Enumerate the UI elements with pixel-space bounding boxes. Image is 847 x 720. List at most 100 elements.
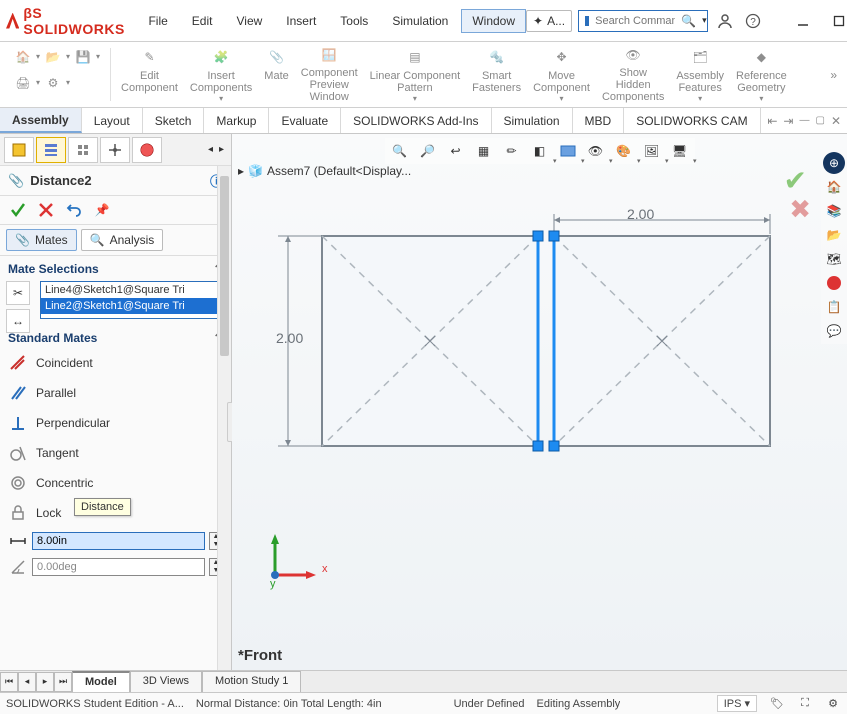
- doc-max-icon[interactable]: ▢: [815, 115, 824, 126]
- dimension-left[interactable]: 2.00: [276, 330, 303, 346]
- tab-prev-icon[interactable]: ◂: [18, 672, 36, 692]
- hide-show-icon[interactable]: 👁▾: [585, 140, 607, 162]
- angle-icon[interactable]: [8, 557, 28, 577]
- custom-props-icon[interactable]: 📋: [823, 296, 845, 318]
- menu-edit[interactable]: Edit: [181, 9, 224, 33]
- tab-cam[interactable]: SOLIDWORKS CAM: [624, 108, 760, 133]
- graphics-area[interactable]: 🔍 🔎 ↩ ▦ ✏ ◧▾ ▾ 👁▾ 🎨▾ 🖼▾ 🖥▾ ▸ 🧊 Assem7 (D…: [232, 134, 847, 670]
- ribbon-show-hidden[interactable]: 👁 Show Hidden Components: [596, 44, 670, 105]
- menu-file[interactable]: File: [137, 9, 178, 33]
- section-view-icon[interactable]: ▦: [473, 140, 495, 162]
- status-macro-icon[interactable]: ⛶: [797, 696, 813, 712]
- design-lib-icon[interactable]: 📚: [823, 200, 845, 222]
- dynamic-annotation-icon[interactable]: ✏: [501, 140, 523, 162]
- scrollbar-thumb[interactable]: [220, 176, 229, 356]
- tab-layout[interactable]: Layout: [82, 108, 143, 133]
- dimxpert-tab[interactable]: [100, 137, 130, 163]
- menu-simulation[interactable]: Simulation: [381, 9, 459, 33]
- mate-perpendicular[interactable]: Perpendicular: [0, 408, 231, 438]
- maximize-button[interactable]: [824, 8, 847, 34]
- pm-pushpin-button[interactable]: 📌: [92, 200, 112, 220]
- menu-window[interactable]: Window: [461, 9, 526, 33]
- mate-entity-icon[interactable]: ✂: [6, 281, 30, 305]
- ribbon-insert-components[interactable]: 🧩 Insert Components ▾: [184, 44, 258, 105]
- addin-chip[interactable]: ✦ A...: [526, 10, 572, 32]
- tab-scroll-left-icon[interactable]: ◂: [205, 142, 216, 157]
- tab-first-icon[interactable]: ⏮: [0, 672, 18, 692]
- minimize-button[interactable]: [788, 8, 818, 34]
- tab-evaluate[interactable]: Evaluate: [269, 108, 341, 133]
- display-style-icon[interactable]: ▾: [557, 140, 579, 162]
- ribbon-smart-fasteners[interactable]: 🔩 Smart Fasteners: [466, 44, 527, 105]
- distance-input[interactable]: [32, 532, 205, 550]
- mate-concentric[interactable]: Concentric: [0, 468, 231, 498]
- print-icon[interactable]: 🖨: [12, 72, 34, 94]
- tab-scroll-right-icon[interactable]: ▸: [216, 142, 227, 157]
- previous-view-icon[interactable]: ↩: [445, 140, 467, 162]
- tab-assembly[interactable]: Assembly: [0, 108, 82, 133]
- configuration-tab[interactable]: [68, 137, 98, 163]
- view-orientation-icon[interactable]: ◧▾: [529, 140, 551, 162]
- display-tab[interactable]: [132, 137, 162, 163]
- mate-tangent[interactable]: Tangent: [0, 438, 231, 468]
- home-icon[interactable]: 🏠: [12, 46, 34, 68]
- confirm-cancel-icon[interactable]: ✖: [789, 194, 811, 225]
- sw-resources-icon[interactable]: ⊕: [823, 152, 845, 174]
- menu-view[interactable]: View: [225, 9, 273, 33]
- tab-simulation[interactable]: Simulation: [492, 108, 573, 133]
- units-button[interactable]: IPS ▾: [717, 695, 757, 712]
- mate-parallel[interactable]: Parallel: [0, 378, 231, 408]
- pm-ok-button[interactable]: [8, 200, 28, 220]
- mate-alignment-icon[interactable]: ↔: [6, 309, 30, 333]
- status-tags-icon[interactable]: 🏷: [769, 696, 785, 712]
- tab-addins[interactable]: SOLIDWORKS Add-Ins: [341, 108, 491, 133]
- tab-next-icon[interactable]: ▸: [36, 672, 54, 692]
- edit-appearance-icon[interactable]: 🎨▾: [613, 140, 635, 162]
- orientation-triad[interactable]: [260, 530, 320, 590]
- model-tab-motion[interactable]: Motion Study 1: [202, 671, 301, 692]
- selection-row[interactable]: Line4@Sketch1@Square Tri: [41, 282, 222, 298]
- confirm-ok-icon[interactable]: ✔: [784, 164, 807, 197]
- status-customize-icon[interactable]: ⚙: [825, 696, 841, 712]
- doc-restore-icon[interactable]: —: [799, 115, 809, 126]
- selection-row[interactable]: Line2@Sketch1@Square Tri: [41, 298, 222, 314]
- standard-mates-header[interactable]: Standard Mates ⌃: [0, 325, 231, 348]
- mate-selection-list[interactable]: Line4@Sketch1@Square Tri Line2@Sketch1@S…: [40, 281, 223, 319]
- pm-tab-analysis[interactable]: 🔍Analysis: [81, 229, 164, 251]
- tab-mbd[interactable]: MBD: [573, 108, 625, 133]
- mate-selections-header[interactable]: Mate Selections ⌃: [0, 256, 231, 279]
- distance-icon[interactable]: [8, 531, 28, 551]
- ribbon-component-preview[interactable]: 🪟 Component Preview Window: [295, 44, 364, 105]
- apply-scene-icon[interactable]: 🖼▾: [641, 140, 663, 162]
- expand-icon[interactable]: ▸: [238, 164, 244, 178]
- zoom-fit-icon[interactable]: 🔍: [389, 140, 411, 162]
- feature-tree-flyout[interactable]: ▸ 🧊 Assem7 (Default<Display...: [238, 164, 411, 178]
- options-icon[interactable]: ⚙: [42, 72, 64, 94]
- model-tab-3dviews[interactable]: 3D Views: [130, 671, 202, 692]
- tab-last-icon[interactable]: ⏭: [54, 672, 72, 692]
- model-tab-model[interactable]: Model: [72, 671, 130, 692]
- login-button[interactable]: [714, 10, 736, 32]
- search-icon[interactable]: 🔍: [681, 14, 696, 28]
- property-manager-tab[interactable]: [36, 137, 66, 163]
- pm-undo-button[interactable]: [64, 200, 84, 220]
- view-settings-icon[interactable]: 🖥▾: [669, 140, 691, 162]
- feature-tree-tab[interactable]: [4, 137, 34, 163]
- mate-coincident[interactable]: Coincident: [0, 348, 231, 378]
- menu-insert[interactable]: Insert: [275, 9, 327, 33]
- ribbon-overflow[interactable]: »: [830, 44, 841, 105]
- menu-tools[interactable]: Tools: [329, 9, 379, 33]
- ribbon-mate[interactable]: 📎 Mate: [258, 44, 294, 105]
- ribbon-edit-component[interactable]: ✎ Edit Component: [115, 44, 184, 105]
- view-palette-icon[interactable]: 🗺: [823, 248, 845, 270]
- pm-cancel-button[interactable]: [36, 200, 56, 220]
- tab-sketch[interactable]: Sketch: [143, 108, 205, 133]
- ribbon-assembly-features[interactable]: 🗂 Assembly Features ▾: [670, 44, 730, 105]
- collapse-right-icon[interactable]: ⇥: [783, 114, 793, 128]
- mate-lock[interactable]: Lock Distance: [0, 498, 231, 528]
- chevron-down-icon[interactable]: ▾: [702, 15, 707, 26]
- file-explorer-icon[interactable]: 📂: [823, 224, 845, 246]
- help-button[interactable]: ?: [742, 10, 764, 32]
- collapse-left-icon[interactable]: ⇤: [767, 114, 777, 128]
- save-icon[interactable]: 💾: [72, 46, 94, 68]
